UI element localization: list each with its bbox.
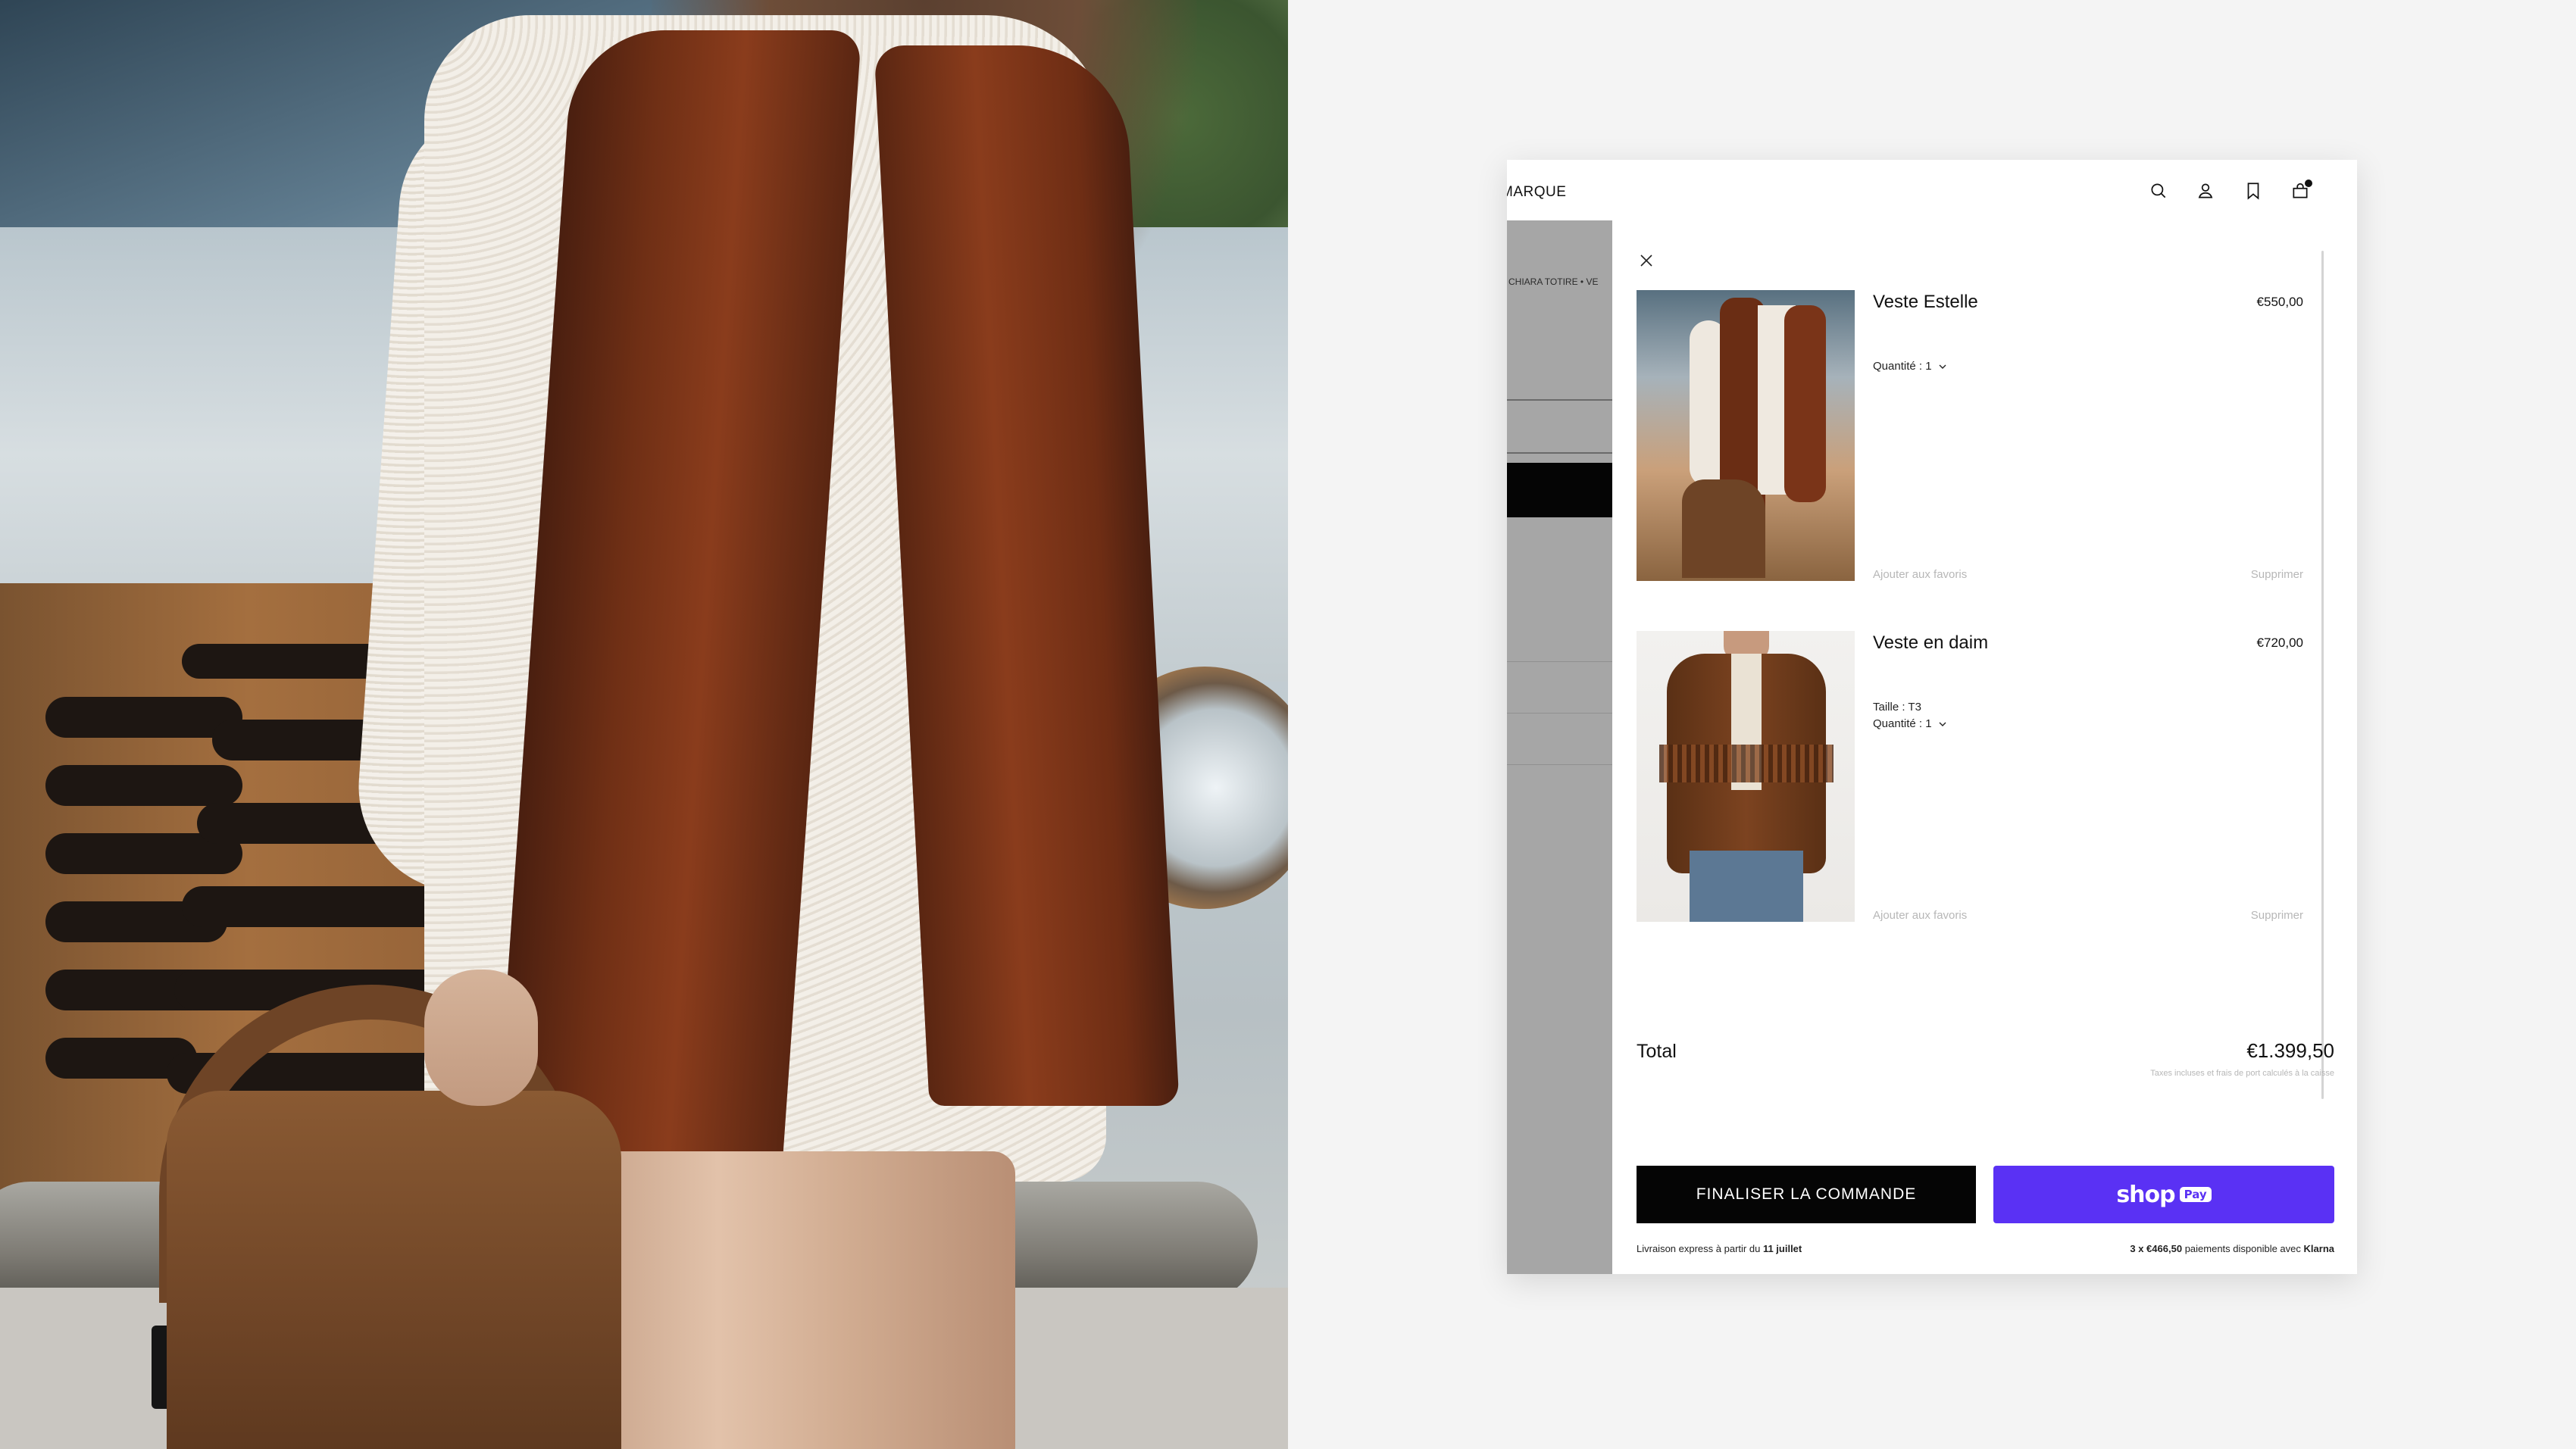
chevron-down-icon (1939, 722, 1946, 726)
overlay-divider (1507, 452, 1612, 454)
chevron-down-icon (1939, 364, 1946, 369)
remove-item-link[interactable]: Supprimer (2251, 909, 2303, 922)
total-label: Total (1637, 1041, 1677, 1062)
overlay-divider (1507, 764, 1612, 765)
account-icon[interactable] (2193, 178, 2218, 204)
hero-legs (591, 1151, 1015, 1449)
tax-note: Taxes incluses et frais de port calculés… (2150, 1069, 2334, 1078)
shop-pay-pill: Pay (2179, 1187, 2212, 1202)
hero-photo: 19 (0, 0, 1288, 1449)
cart-icon[interactable] (2287, 178, 2313, 204)
quantity-select[interactable]: Quantité : 1 (1873, 360, 1947, 373)
cart-drawer: Veste Estelle €550,00 Quantité : 1 Ajout… (1612, 220, 2357, 1274)
product-price: €720,00 (2256, 635, 2303, 650)
cart-item: Veste en daim €720,00 Taille : T3 Quanti… (1637, 631, 2303, 922)
add-to-favorites-link[interactable]: Ajouter aux favoris (1873, 568, 1967, 581)
product-name[interactable]: Veste en daim (1873, 632, 1988, 654)
page-overlay[interactable]: CHIARA TOTIRE • VE (1507, 220, 1612, 1274)
overlay-add-to-cart-button (1507, 463, 1612, 517)
remove-item-link[interactable]: Supprimer (2251, 568, 2303, 581)
overlay-divider (1507, 399, 1612, 401)
delivery-note: Livraison express à partir du 11 juillet (1637, 1243, 1802, 1254)
hero-hand (424, 970, 538, 1106)
klarna-text: paiements disponible avec (2184, 1243, 2301, 1254)
cart-count-badge (2305, 180, 2312, 187)
klarna-note: 3 x €466,50 paiements disponible avec Kl… (2130, 1243, 2334, 1254)
shop-pay-button[interactable]: shop Pay (1993, 1166, 2334, 1223)
quantity-label: Quantité : 1 (1873, 717, 1932, 730)
checkout-button[interactable]: FINALISER LA COMMANDE (1637, 1166, 1976, 1223)
bookmark-icon[interactable] (2240, 178, 2266, 204)
brand-logo[interactable]: MARQUE (1507, 184, 1566, 201)
quantity-select[interactable]: Quantité : 1 (1873, 717, 1947, 730)
breadcrumb: CHIARA TOTIRE • VE (1508, 276, 1599, 287)
product-price: €550,00 (2256, 295, 2303, 309)
shop-window: MARQUE CHIARA TOTIRE • VE Veste Estelle … (1507, 160, 2357, 1274)
overlay-divider (1507, 713, 1612, 714)
hero-suede-bag (167, 1091, 621, 1449)
product-image-veste-estelle[interactable] (1637, 290, 1855, 581)
delivery-date: 11 juillet (1762, 1243, 1802, 1254)
drawer-scrollbar[interactable] (2321, 251, 2324, 1099)
delivery-prefix: Livraison express à partir du (1637, 1243, 1761, 1254)
add-to-favorites-link[interactable]: Ajouter aux favoris (1873, 909, 1967, 922)
product-name[interactable]: Veste Estelle (1873, 292, 1978, 313)
product-size: Taille : T3 (1873, 701, 1921, 714)
close-icon[interactable] (1635, 249, 1658, 272)
cart-item: Veste Estelle €550,00 Quantité : 1 Ajout… (1637, 290, 2303, 581)
product-image-veste-en-daim[interactable] (1637, 631, 1855, 922)
total-value: €1.399,50 (2246, 1039, 2334, 1062)
klarna-amount: 3 x €466,50 (2130, 1243, 2183, 1254)
site-header: MARQUE (1507, 160, 2357, 220)
search-icon[interactable] (2146, 178, 2171, 204)
overlay-divider (1507, 661, 1612, 662)
klarna-brand: Klarna (2303, 1243, 2334, 1254)
quantity-label: Quantité : 1 (1873, 360, 1932, 373)
shop-pay-logo: shop (2116, 1181, 2175, 1208)
